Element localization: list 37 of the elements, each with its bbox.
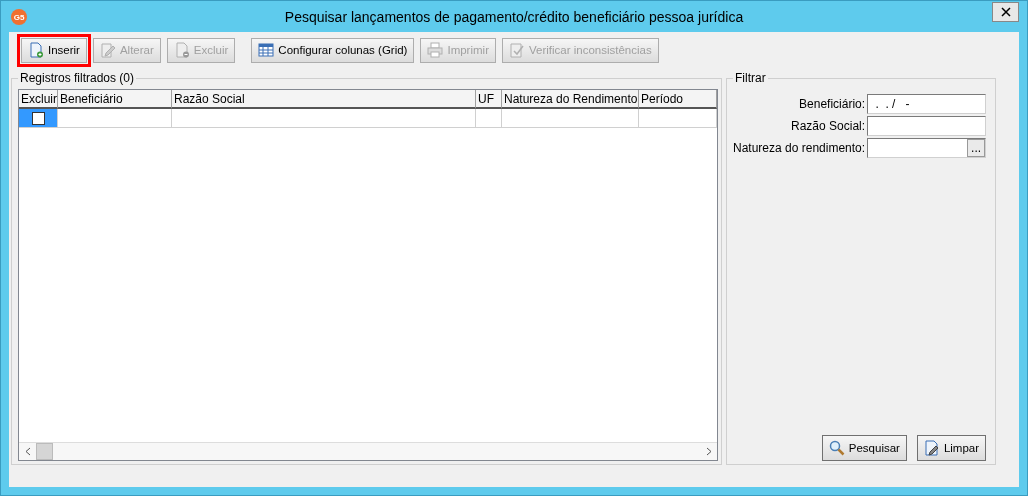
toolbar-button[interactable]: Configurar colunas (Grid) (251, 37, 415, 63)
column-header[interactable]: UF (476, 90, 502, 109)
lookup-field[interactable]: ... (867, 138, 987, 158)
checkbox[interactable] (31, 111, 45, 125)
document-edit-icon (923, 440, 940, 456)
field-label: Beneficiário: (799, 97, 866, 111)
field-label: Natureza do rendimento: (733, 141, 866, 155)
scroll-right-icon[interactable] (705, 447, 712, 456)
horizontal-scrollbar[interactable] (19, 442, 717, 460)
close-button[interactable] (992, 2, 1019, 22)
printer-icon (427, 42, 444, 58)
scroll-left-icon[interactable] (24, 447, 31, 456)
table-cell (476, 109, 502, 128)
action-button[interactable]: Limpar (916, 435, 987, 461)
input-field[interactable] (867, 116, 987, 136)
table-icon (258, 42, 275, 58)
column-header[interactable]: Período (639, 90, 717, 109)
column-header[interactable]: Razão Social (172, 90, 476, 109)
column-header[interactable]: Excluir (19, 90, 58, 109)
table-cell[interactable] (19, 109, 58, 128)
scroll-thumb[interactable] (36, 443, 53, 460)
document-check-icon (509, 42, 525, 58)
column-header[interactable]: Beneficiário (58, 90, 172, 109)
lookup-button[interactable]: ... (967, 139, 986, 157)
close-icon (1000, 6, 1011, 17)
document-remove-icon (173, 42, 190, 58)
document-add-icon (28, 42, 44, 58)
edit-document-icon (99, 42, 116, 58)
group-title: Filtrar (733, 71, 768, 85)
column-header[interactable]: Natureza do Rendimento (502, 90, 639, 109)
window-title: Pesquisar lançamentos de pagamento/crédito beneficiário pessoa jurídica (284, 8, 744, 25)
group-title: Registros filtrados (0) (18, 71, 137, 85)
app-logo: G5 (11, 9, 27, 25)
input-field[interactable]: . . / - (867, 94, 987, 114)
search-icon (828, 440, 845, 456)
field-label: Razão Social: (791, 119, 866, 133)
action-button[interactable]: Pesquisar (821, 435, 907, 461)
